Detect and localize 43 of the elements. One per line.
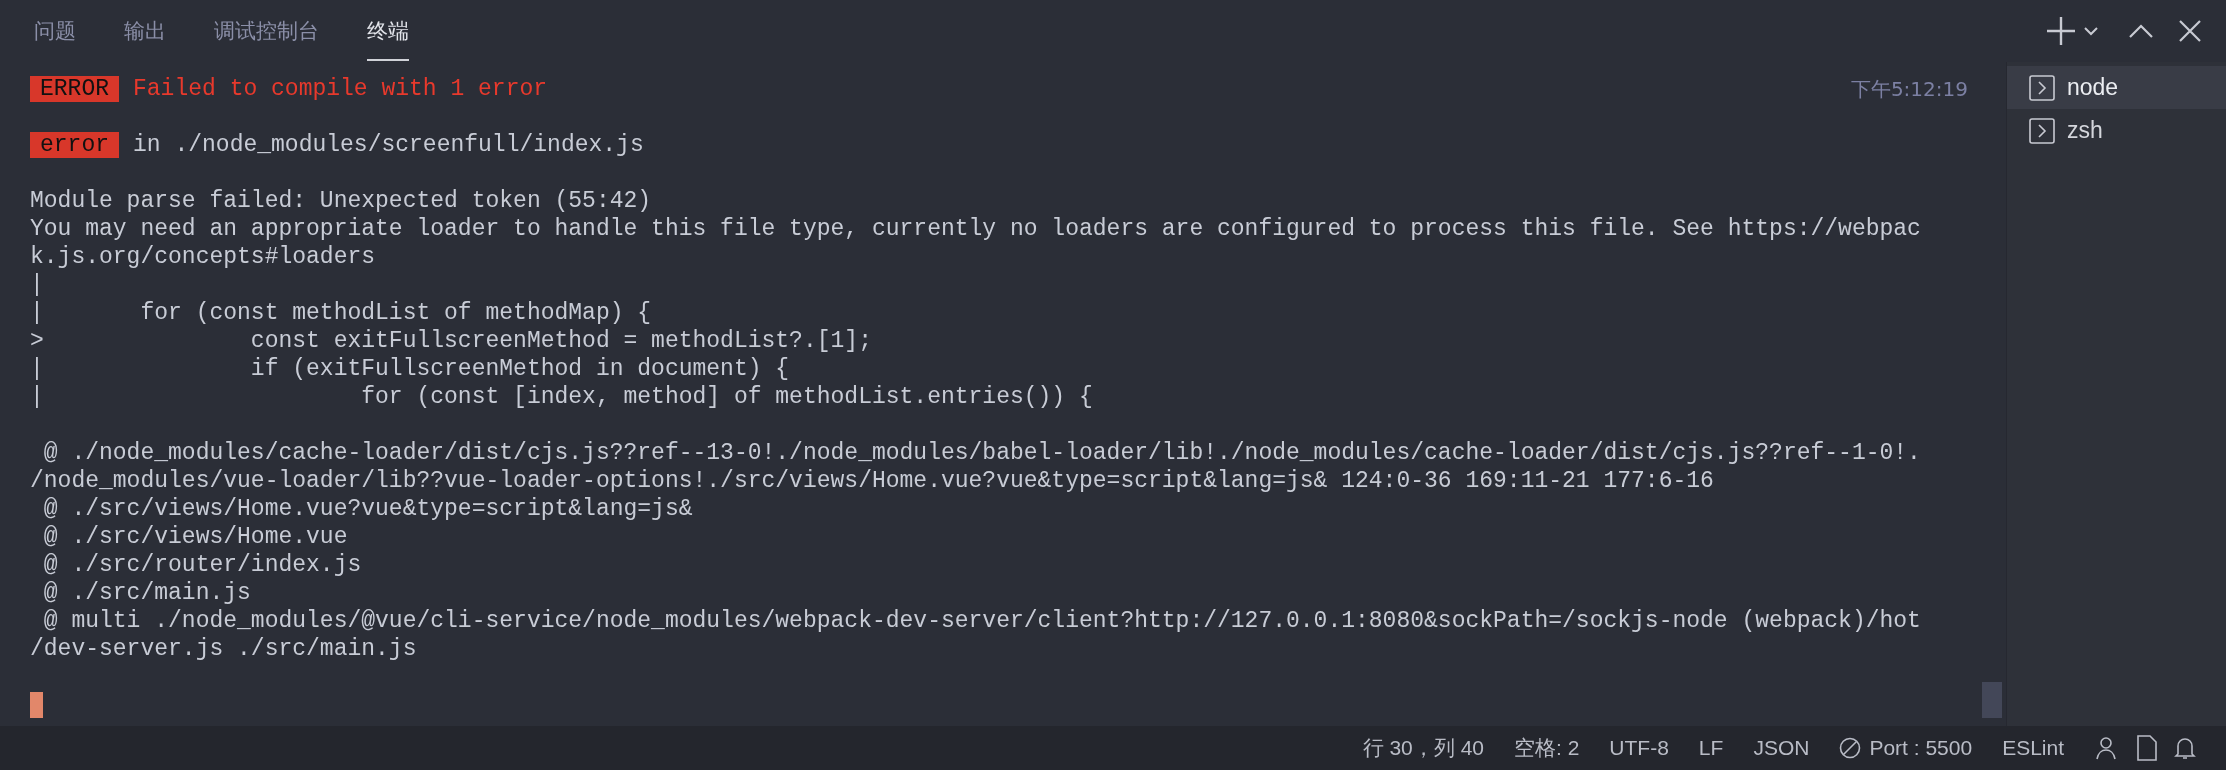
timestamp: 下午5:12:19 (1850, 76, 1968, 103)
status-item[interactable]: UTF-8 (1609, 732, 1669, 764)
output-line: | if (exitFullscreenMethod in document) { (30, 355, 790, 383)
output-line: @ ./src/views/Home.vue (42, 523, 348, 551)
terminal-icon (2029, 117, 2055, 144)
panel-tab[interactable]: 问题 (10, 0, 100, 62)
output-line: @ multi ./node_modules/@vue/cli-service/node_modules/webpack-dev-server/client?http://127.0.0.1:8080&sockPath=/sockjs-node (webpack)/hot (42, 607, 1921, 635)
terminal-icon (2029, 74, 2055, 101)
scrollbar-thumb[interactable] (1982, 682, 2002, 718)
output-line: @ ./src/router/index.js (42, 551, 362, 579)
error-badge: error (30, 132, 119, 158)
output-line: | for (const [index, method] of methodList.entries()) { (30, 383, 1093, 411)
panel-tab[interactable]: 终端 (343, 0, 433, 62)
terminal-list-item[interactable]: node (2007, 66, 2226, 109)
status-item[interactable]: 行 30，列 40 (1362, 732, 1484, 764)
chevron-up-icon (2128, 23, 2154, 39)
output-line: > const exitFullscreenMethod = methodList?.[1]; (30, 327, 872, 355)
output-line: /dev-server.js ./src/main.js (30, 635, 417, 663)
status-item[interactable]: JSON (1753, 732, 1810, 764)
terminal-list-item[interactable]: zsh (2007, 109, 2226, 152)
error-badge: ERROR (30, 76, 119, 102)
no-entry-icon (1839, 737, 1862, 759)
status-item[interactable]: ESLint (2002, 732, 2064, 764)
error-message: Failed to compile with 1 error (133, 75, 548, 103)
status-item[interactable]: LF (1698, 732, 1724, 764)
panel-tab[interactable]: 调试控制台 (190, 0, 343, 62)
output-line: k.js.org/concepts#loaders (30, 243, 376, 271)
status-item[interactable]: 空格: 2 (1514, 732, 1580, 764)
output-line: @ ./src/views/Home.vue?vue&type=script&lang=js& (42, 495, 693, 523)
output-line: @ ./src/main.js (42, 579, 251, 607)
error-message: in ./node_modules/screenfull/index.js (133, 131, 644, 159)
panel-tab[interactable]: 输出 (100, 0, 190, 62)
document-icon[interactable] (2136, 735, 2158, 761)
bell-icon[interactable] (2174, 735, 2196, 761)
terminal-cursor (30, 692, 43, 718)
close-icon (2178, 19, 2202, 43)
output-line: You may need an appropriate loader to handle this file type, currently no loaders are configured to process this file. See https://webpac (30, 215, 1921, 243)
output-line: | for (const methodList of methodMap) { (30, 299, 652, 327)
output-line: @ ./node_modules/cache-loader/dist/cjs.js??ref--13-0!./node_modules/babel-loader/lib!./node_modules/cache-loader/dist/cjs.js??ref--1-0!. (42, 439, 1921, 467)
output-line: | (30, 271, 44, 299)
port-status[interactable]: Port : 5500 (1839, 732, 1973, 764)
output-line: /node_modules/vue-loader/lib??vue-loader-options!./src/views/Home.vue?vue&type=script&lang=js& 124:0-36 169:11-21 177:6-16 (30, 467, 1714, 495)
output-line: Module parse failed: Unexpected token (55:42) (30, 187, 652, 215)
